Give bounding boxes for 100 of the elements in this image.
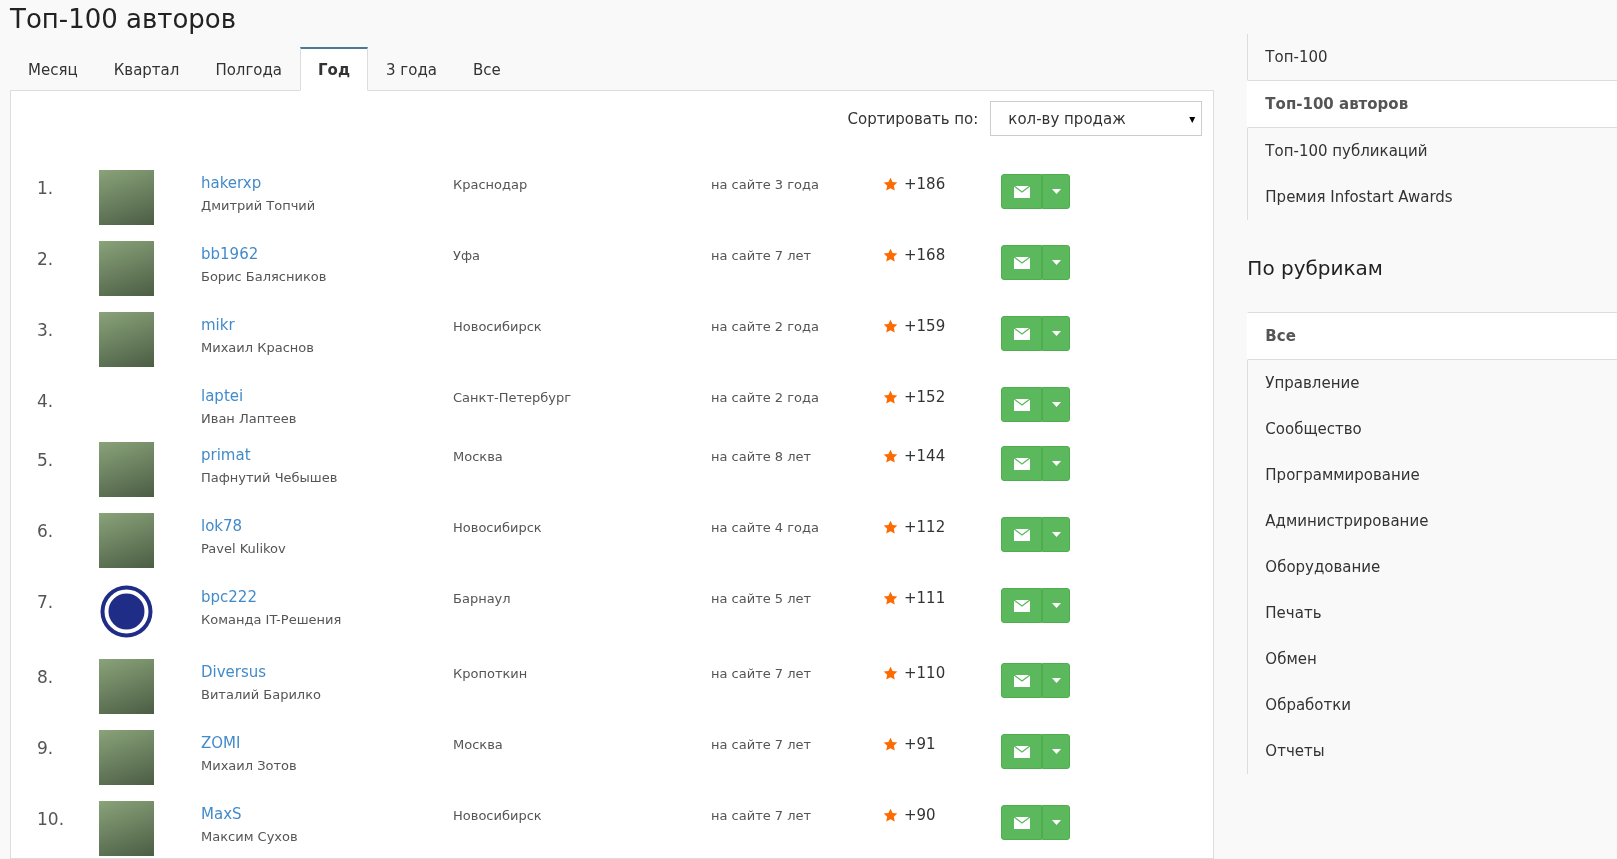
sidebar-item[interactable]: Сообщество: [1247, 406, 1617, 452]
membership-duration: на сайте 4 года: [711, 520, 820, 535]
section-heading: По рубрикам: [1247, 256, 1384, 280]
dropdown-toggle-button[interactable]: [1042, 174, 1070, 209]
sidebar-item[interactable]: Администрирование: [1247, 498, 1617, 544]
rank-number: 7.: [37, 592, 55, 612]
author-full-name: Михаил Краснов: [201, 340, 315, 355]
sort-label: Сортировать по:: [847, 109, 979, 128]
period-tab[interactable]: Квартал: [95, 47, 198, 91]
membership-duration: на сайте 2 года: [711, 390, 820, 405]
author-full-name: Михаил Зотов: [201, 758, 298, 773]
author-login-link[interactable]: bb1962: [201, 245, 259, 263]
message-button[interactable]: [1001, 316, 1042, 351]
caret-icon: [1051, 260, 1061, 265]
message-button[interactable]: [1001, 588, 1042, 623]
photo-placeholder: [99, 442, 154, 497]
message-button[interactable]: [1001, 387, 1042, 422]
author-login-link[interactable]: hakerxp: [201, 174, 262, 192]
envelope-icon: [1013, 745, 1030, 758]
dropdown-toggle-button[interactable]: [1042, 245, 1070, 280]
membership-duration: на сайте 8 лет: [711, 449, 813, 464]
message-button[interactable]: [1001, 663, 1042, 698]
rank-number: 2.: [37, 249, 55, 269]
author-login-link[interactable]: lok78: [201, 517, 243, 535]
membership-duration: на сайте 2 года: [711, 319, 820, 334]
sidebar-item[interactable]: Топ-100 публикаций: [1247, 128, 1617, 174]
sort-dropdown[interactable]: кол-ву продаж ▾: [990, 101, 1203, 136]
author-full-name: Борис Балясников: [201, 269, 328, 284]
sidebar-item[interactable]: Отчеты: [1247, 728, 1617, 774]
author-city: Краснодар: [453, 177, 529, 192]
envelope-icon: [1013, 528, 1030, 541]
author-login-link[interactable]: Diversus: [201, 663, 267, 681]
rank-number: 1.: [37, 178, 55, 198]
rank-number: 9.: [37, 738, 55, 758]
sidebar-item[interactable]: Все: [1247, 312, 1617, 360]
dropdown-toggle-button[interactable]: [1042, 446, 1070, 481]
dropdown-toggle-button[interactable]: [1042, 588, 1070, 623]
caret-icon: [1051, 331, 1061, 336]
membership-duration: на сайте 7 лет: [711, 248, 813, 263]
author-city: Новосибирск: [453, 520, 543, 535]
envelope-icon: [1013, 398, 1030, 411]
caret-icon: [1051, 603, 1061, 608]
dropdown-toggle-button[interactable]: [1042, 517, 1070, 552]
rating-score: +110: [904, 664, 946, 682]
dropdown-toggle-button[interactable]: [1042, 734, 1070, 769]
author-city: Уфа: [453, 248, 481, 263]
period-tab[interactable]: Год: [300, 47, 369, 91]
author-full-name: Команда IT-Решения: [201, 612, 343, 627]
period-tab[interactable]: 3 года: [368, 47, 455, 91]
author-full-name: Дмитрий Топчий: [201, 198, 317, 213]
period-tab[interactable]: Все: [455, 47, 519, 91]
rank-number: 5.: [37, 450, 55, 470]
rank-number: 4.: [37, 391, 55, 411]
author-login-link[interactable]: bpc222: [201, 588, 257, 606]
message-button[interactable]: [1001, 446, 1042, 481]
author-login-link[interactable]: mikr: [201, 316, 235, 334]
page-title: Топ-100 авторов: [10, 4, 238, 36]
star-icon: [883, 736, 898, 752]
message-button[interactable]: [1001, 174, 1042, 209]
period-tab[interactable]: Месяц: [10, 47, 96, 91]
sidebar-item[interactable]: Оборудование: [1247, 544, 1617, 590]
logo-icon: [99, 584, 154, 639]
rank-number: 3.: [37, 320, 55, 340]
sidebar-item[interactable]: Управление: [1247, 360, 1617, 406]
sidebar-item[interactable]: Обработки: [1247, 682, 1617, 728]
photo-placeholder: [99, 730, 154, 785]
photo-placeholder: [99, 312, 154, 367]
photo-placeholder: [99, 241, 154, 296]
author-city: Москва: [453, 449, 504, 464]
sidebar-item[interactable]: Топ-100 авторов: [1247, 80, 1617, 128]
photo-placeholder: [99, 170, 154, 225]
membership-duration: на сайте 7 лет: [711, 666, 813, 681]
dropdown-toggle-button[interactable]: [1042, 387, 1070, 422]
envelope-icon: [1013, 327, 1030, 340]
caret-icon: [1051, 749, 1061, 754]
star-icon: [883, 665, 898, 681]
envelope-icon: [1013, 599, 1030, 612]
star-icon: [883, 448, 898, 464]
sidebar-item[interactable]: Печать: [1247, 590, 1617, 636]
sidebar-item[interactable]: Премия Infostart Awards: [1247, 174, 1617, 220]
author-city: Барнаул: [453, 591, 512, 606]
rating-score: +186: [904, 175, 946, 193]
star-icon: [883, 519, 898, 535]
sidebar-item[interactable]: Обмен: [1247, 636, 1617, 682]
dropdown-toggle-button[interactable]: [1042, 663, 1070, 698]
message-button[interactable]: [1001, 805, 1042, 840]
rating-score: +168: [904, 246, 946, 264]
message-button[interactable]: [1001, 245, 1042, 280]
message-button[interactable]: [1001, 517, 1042, 552]
author-full-name: Пафнутий Чебышев: [201, 470, 339, 485]
author-login-link[interactable]: laptei: [201, 387, 244, 405]
dropdown-toggle-button[interactable]: [1042, 316, 1070, 351]
author-login-link[interactable]: primat: [201, 446, 251, 464]
sidebar-item[interactable]: Программирование: [1247, 452, 1617, 498]
dropdown-toggle-button[interactable]: [1042, 805, 1070, 840]
star-icon: [883, 389, 898, 405]
period-tab[interactable]: Полгода: [197, 47, 301, 91]
message-button[interactable]: [1001, 734, 1042, 769]
author-login-link[interactable]: MaxS: [201, 805, 242, 823]
author-login-link[interactable]: ZOMI: [201, 734, 241, 752]
